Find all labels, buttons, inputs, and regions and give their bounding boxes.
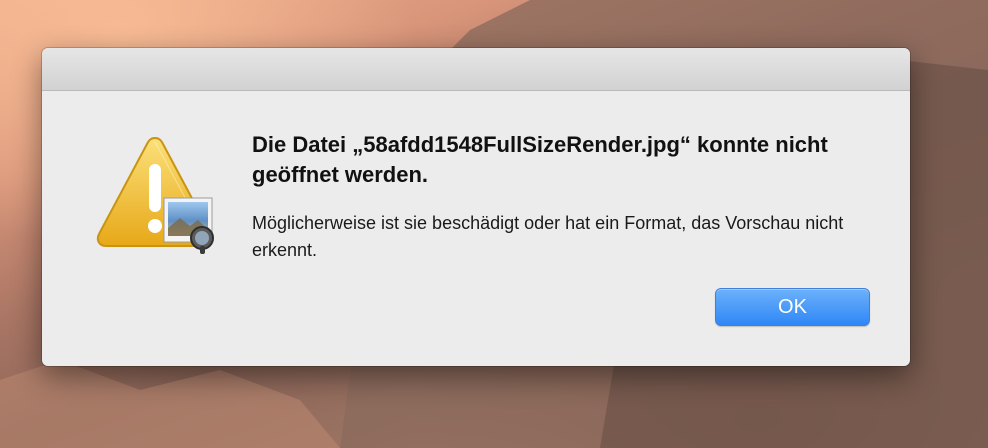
alert-title: Die Datei „58afdd1548FullSizeRender.jpg“… (252, 132, 828, 187)
warning-triangle-icon (96, 136, 214, 254)
ok-button[interactable]: OK (715, 288, 870, 326)
alert-message: Möglicherweise ist sie beschädigt oder h… (252, 213, 844, 260)
alert-dialog: Die Datei „58afdd1548FullSizeRender.jpg“… (42, 48, 910, 366)
dialog-titlebar (42, 48, 910, 91)
